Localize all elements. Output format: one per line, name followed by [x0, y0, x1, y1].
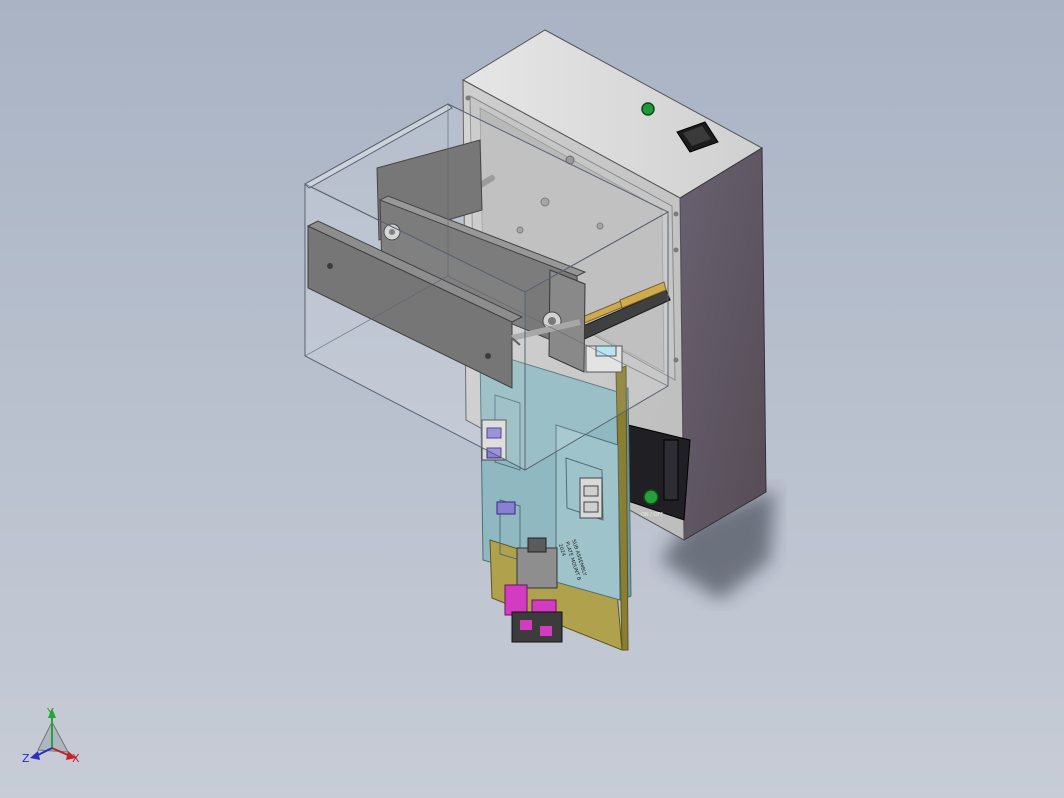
- triad-z-label: Z: [22, 752, 30, 765]
- flange-bolt: [465, 95, 471, 101]
- coordinate-triad[interactable]: Y X Z: [22, 706, 80, 765]
- triad-z-arrow: [30, 751, 40, 760]
- slider-knob[interactable]: [496, 501, 516, 515]
- triad-x-label: X: [72, 752, 80, 765]
- side-latch: [663, 439, 679, 501]
- enclosure-side-face: [679, 147, 767, 541]
- clamp-knob: [583, 485, 599, 497]
- module-cap: [527, 537, 547, 553]
- module-pin: [520, 620, 532, 630]
- clamp-knob: [583, 501, 599, 513]
- cad-viewport[interactable]: ON / OFF SUB ASSEMBLY PLATE MOUNT B 2024: [0, 0, 1064, 798]
- triad-y-label: Y: [46, 706, 54, 719]
- flange-bolt: [673, 247, 679, 253]
- module-housing: [516, 547, 558, 589]
- indicator-lamp: [641, 102, 655, 116]
- flange-bolt: [673, 211, 679, 217]
- power-switch-label: ON / OFF: [641, 512, 663, 518]
- assembly-model[interactable]: ON / OFF SUB ASSEMBLY PLATE MOUNT B 2024: [0, 0, 1064, 798]
- power-switch-button[interactable]: [643, 489, 659, 505]
- module-base: [511, 611, 563, 643]
- module-pin: [540, 626, 552, 636]
- flange-bolt: [673, 357, 679, 363]
- module-connector-left: [504, 584, 528, 616]
